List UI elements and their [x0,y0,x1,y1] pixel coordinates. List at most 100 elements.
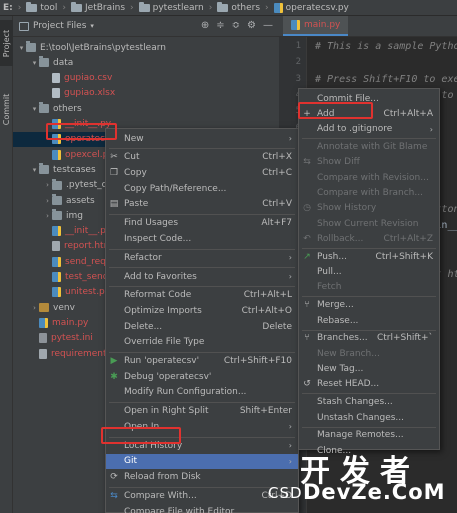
menu-item-compare-with-revision: Compare with Revision... [299,170,439,185]
menu-item-label: Add to Favorites [124,271,197,282]
menu-item-optimize-imports[interactable]: Optimize Imports Ctrl+Alt+O [106,304,298,319]
menu-item-new[interactable]: New › [106,131,298,146]
menu-item-add-to-favorites[interactable]: Add to Favorites › [106,269,298,284]
python-file-icon [52,134,61,145]
menu-item-reset-head[interactable]: ↺ Reset HEAD... [299,377,439,392]
editor-tab-main-py[interactable]: main.py [283,16,349,36]
menu-item-git[interactable]: Git › [106,453,298,469]
menu-item-local-history[interactable]: Local History › [106,438,298,453]
hide-panel-icon[interactable]: — [263,20,273,32]
project-view-selector[interactable]: Project Files [33,21,86,31]
chevron-down-icon[interactable]: ▾ [90,22,94,30]
menu-item-copy[interactable]: ❐ Copy Ctrl+C [106,166,298,181]
git-submenu: Commit File... + Add Ctrl+Alt+A Add to .giti… [298,88,440,456]
menu-item-manage-remotes[interactable]: Manage Remotes... [299,428,439,443]
tree-item-label: venv [53,302,75,313]
add-icon: + [303,108,311,119]
merge-icon: ⑂ [304,300,310,311]
gear-icon[interactable]: ⚙ [247,20,256,32]
menu-item-paste[interactable]: ▤ Paste Ctrl+V [106,197,298,212]
breadcrumb-separator: › [130,2,134,13]
breadcrumb-item[interactable]: E: [3,3,13,13]
chevron-right-icon[interactable]: › [43,212,52,220]
submenu-arrow-icon: › [288,253,292,263]
commit-tool-tab[interactable]: Commit [0,86,13,132]
submenu-arrow-icon: › [288,456,292,466]
menu-item-run-operatecsv[interactable]: ▶ Run 'operatecsv' Ctrl+Shift+F10 [106,354,298,369]
menu-item-reload-from-disk[interactable]: ⟳ Reload from Disk [106,470,298,485]
chevron-down-icon[interactable]: ▾ [30,166,39,174]
expand-all-icon[interactable]: ≎ [232,20,240,32]
menu-item-modify-run-configuration[interactable]: Modify Run Configuration... [106,385,298,400]
menu-item-push[interactable]: ↗ Push... Ctrl+Shift+K [299,249,439,264]
menu-item-reformat-code[interactable]: Reformat Code Ctrl+Alt+L [106,288,298,303]
menu-item-delete[interactable]: Delete... Delete [106,319,298,334]
menu-item-branches[interactable]: ⑂ Branches... Ctrl+Shift+` [299,331,439,346]
tree-item-label: E:\tool\JetBrains\pytestlearn [40,42,166,53]
menu-item-debug-operatecsv[interactable]: ✱ Debug 'operatecsv' [106,369,298,384]
left-tool-strip: Project Commit [0,16,13,513]
menu-item-label: Commit File... [317,93,379,104]
text-file-icon [39,348,47,359]
menu-item-find-usages[interactable]: Find Usages Alt+F7 [106,216,298,231]
menu-item-rebase[interactable]: Rebase... [299,313,439,328]
chevron-down-icon[interactable]: ▾ [30,59,39,67]
ini-file-icon [39,333,47,344]
tree-row[interactable]: ▾ E:\tool\JetBrains\pytestlearn [13,40,279,55]
chevron-right-icon[interactable]: › [43,197,52,205]
watermark-csdn: CSD [268,484,303,502]
tree-row[interactable]: ▾ data [13,55,279,70]
tree-row[interactable]: gupiao.csv [13,71,279,86]
menu-item-merge[interactable]: ⑂ Merge... [299,298,439,313]
project-tool-tab[interactable]: Project [0,20,13,66]
chevron-right-icon[interactable]: › [43,181,52,189]
project-tool-tab-label: Project [2,29,11,57]
menu-item-label: Delete... [124,321,163,332]
menu-item-label: Compare With... [124,490,197,501]
project-context-menu: New › ✂ Cut Ctrl+X ❐ Copy Ctrl+C Copy Path/Refer… [105,128,299,513]
menu-item-override-file-type[interactable]: Override File Type [106,335,298,350]
menu-item-stash-changes[interactable]: Stash Changes... [299,395,439,410]
menu-item-label: Pull... [317,267,342,277]
tree-item-label: img [66,210,83,221]
menu-item-add[interactable]: + Add Ctrl+Alt+A [299,106,439,121]
breadcrumb-item[interactable]: others [217,1,260,13]
chevron-down-icon[interactable]: ▾ [17,44,26,52]
menu-item-label: Annotate with Git Blame [317,142,428,152]
breadcrumb-separator: › [208,2,213,13]
tree-row[interactable]: ▾ others [13,101,279,116]
menu-item-commit-file[interactable]: Commit File... [299,91,439,106]
menu-item-add-to-gitignore[interactable]: Add to .gitignore › [299,122,439,137]
menu-item-copy-path-reference[interactable]: Copy Path/Reference... [106,181,298,196]
menu-item-label: Add to .gitignore [317,124,393,135]
chevron-down-icon[interactable]: ▾ [30,105,39,113]
breadcrumb-item[interactable]: JetBrains [71,1,125,13]
submenu-arrow-icon: › [288,441,292,451]
menu-item-open-in-right-split[interactable]: Open in Right Split Shift+Enter [106,404,298,419]
tree-item-label: main.py [52,317,89,328]
folder-icon [71,1,83,12]
code-line: # This is a sample Python script. [315,41,457,52]
breadcrumb-item[interactable]: operatecsv.py [273,2,349,13]
locate-file-icon[interactable]: ⊕ [201,20,209,32]
menu-item-label: Compare with Branch... [317,187,423,198]
editor-tab-label: main.py [304,20,341,30]
menu-item-cut[interactable]: ✂ Cut Ctrl+X [106,150,298,165]
navigation-bar: E: › tool › JetBrains › pytestlearn › others › ope… [0,0,457,16]
menu-item-label: Inspect Code... [124,233,192,244]
menu-item-compare-file-with-editor[interactable]: Compare File with Editor [106,504,298,513]
menu-item-label: Reload from Disk [124,472,201,483]
menu-item-new-tag[interactable]: New Tag... [299,362,439,377]
menu-item-refactor[interactable]: Refactor › [106,250,298,265]
menu-item-unstash-changes[interactable]: Unstash Changes... [299,410,439,425]
chevron-right-icon[interactable]: › [30,304,39,312]
breadcrumb-item[interactable]: tool [26,1,57,13]
breadcrumb-item[interactable]: pytestlearn [138,1,204,13]
menu-item-label: Reset HEAD... [317,379,380,390]
menu-item-inspect-code[interactable]: Inspect Code... [106,231,298,246]
menu-item-pull[interactable]: Pull... [299,265,439,280]
menu-item-open-in[interactable]: Open In › [106,419,298,434]
collapse-all-icon[interactable]: ≑ [216,20,224,32]
commit-tool-tab-label: Commit [2,93,11,125]
tree-row[interactable]: gupiao.xlsx [13,86,279,101]
